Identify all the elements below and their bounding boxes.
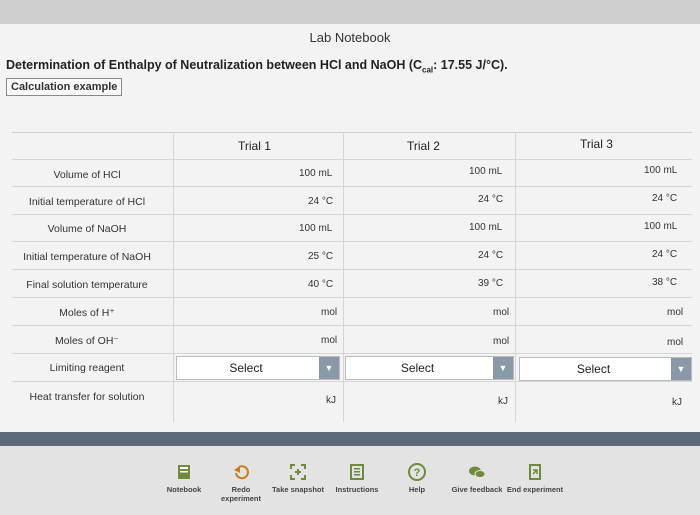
table-row: Limiting reagent Select ▼ Select ▼ Selec… <box>12 353 692 382</box>
trial-2-value: mol <box>493 336 510 347</box>
svg-text:?: ? <box>414 467 421 479</box>
trial-3-value: 100 mL <box>644 165 678 176</box>
toolbar-give-feedback[interactable]: Give feedback <box>447 462 507 494</box>
heading-text: Determination of Enthalpy of Neutralizat… <box>6 58 423 72</box>
toolbar-label: Help <box>408 485 426 494</box>
instructions-icon <box>350 464 364 480</box>
trial-2-value: 100 mL <box>469 166 503 177</box>
row-label: Volume of NaOH <box>47 223 127 235</box>
feedback-icon <box>469 466 486 478</box>
trial-1-value: 40 °C <box>308 279 334 290</box>
header-row <box>12 133 692 160</box>
trial-3-value: kJ <box>672 397 682 408</box>
table-row: Moles of OH⁻ mol mol mol <box>12 325 692 354</box>
toolbar-notebook[interactable]: Notebook <box>154 462 214 494</box>
chevron-down-icon[interactable]: ▼ <box>671 358 691 380</box>
trial-3-value: 24 °C <box>652 193 678 204</box>
trial-2-value: 24 °C <box>478 250 504 261</box>
row-label: Moles of H⁺ <box>59 307 115 319</box>
toolbar-label: Redo experiment <box>220 485 262 503</box>
toolbar-redo-experiment[interactable]: Redo experiment <box>211 462 271 503</box>
limiting-reagent-select-trial-3[interactable]: Select ▼ <box>519 357 692 381</box>
table-row: Volume of NaOH 100 mL 100 mL 100 mL <box>12 214 692 242</box>
trial-3-value: mol <box>667 337 684 348</box>
trial-1-value: 25 °C <box>308 251 334 262</box>
trial-2-value: 24 °C <box>478 194 504 205</box>
toolbar-label: Take snapshot <box>272 485 324 494</box>
table-row: Moles of H⁺ mol mol mol <box>12 297 692 326</box>
trial-1-value: 24 °C <box>308 196 334 207</box>
table-row: Initial temperature of NaOH 25 °C 24 °C … <box>12 241 692 270</box>
row-label: Moles of OH⁻ <box>55 335 119 347</box>
table-row: Initial temperature of HCl 24 °C 24 °C 2… <box>12 186 692 215</box>
calculation-example-button[interactable]: Calculation example <box>6 78 123 96</box>
table-row: Heat transfer for solution kJ kJ kJ <box>12 381 692 413</box>
table-row: Final solution temperature 40 °C 39 °C 3… <box>12 269 692 298</box>
trial-1-value: kJ <box>326 395 336 406</box>
chevron-down-icon[interactable]: ▼ <box>493 357 513 379</box>
window-title: Lab Notebook <box>309 30 391 45</box>
table-row: Volume of HCl 100 mL 100 mL 100 mL <box>12 159 692 187</box>
trial-3-value: 24 °C <box>652 249 678 260</box>
browser-top-bar <box>0 0 700 24</box>
trial-2-value: 39 °C <box>478 278 504 289</box>
notebook-icon <box>178 465 190 479</box>
end-experiment-icon <box>529 464 541 480</box>
redo-icon <box>234 465 249 480</box>
trial-3-value: 38 °C <box>652 277 678 288</box>
snapshot-icon <box>290 464 306 480</box>
select-label: Select <box>400 361 435 375</box>
toolbar-label: Instructions <box>335 485 379 494</box>
trial-2-value: mol <box>493 307 510 318</box>
row-label: Initial temperature of NaOH <box>23 251 151 263</box>
select-label: Select <box>229 361 263 375</box>
select-label: Select <box>576 362 611 376</box>
trial-1-value: 100 mL <box>299 223 333 234</box>
column-divider <box>343 132 344 422</box>
experiment-heading: Determination of Enthalpy of Neutralizat… <box>6 58 508 75</box>
toolbar-label: Give feedback <box>451 485 503 494</box>
toolbar-instructions[interactable]: Instructions <box>327 462 387 494</box>
row-label: Initial temperature of HCl <box>28 196 146 208</box>
trial-3-value: 100 mL <box>644 221 678 232</box>
help-icon: ? <box>408 463 426 481</box>
limiting-reagent-select-trial-1[interactable]: Select ▼ <box>176 356 340 380</box>
data-table: Trial 1 Trial 2 Trial 3 Volume of HCl 10… <box>12 132 692 423</box>
screen: Lab Notebook Determination of Enthalpy o… <box>0 0 700 515</box>
trial-3-value: mol <box>667 307 684 318</box>
chevron-down-icon[interactable]: ▼ <box>319 357 339 379</box>
column-divider <box>515 132 516 422</box>
column-divider <box>173 132 174 422</box>
row-label: Limiting reagent <box>49 362 125 374</box>
row-label: Final solution temperature <box>26 279 148 291</box>
row-label: Volume of HCl <box>53 169 121 181</box>
trial-1-value: mol <box>321 335 338 346</box>
trial-2-value: kJ <box>498 396 508 407</box>
toolbar-help[interactable]: ? Help <box>387 462 447 494</box>
heading-subscript: cal <box>422 65 434 75</box>
trial-1-value: 100 mL <box>299 168 333 179</box>
row-label: Heat transfer for solution <box>29 391 145 403</box>
limiting-reagent-select-trial-2[interactable]: Select ▼ <box>345 356 514 380</box>
separator-bar <box>0 432 700 446</box>
toolbar-label: Notebook <box>166 485 202 494</box>
trial-2-value: 100 mL <box>469 222 503 233</box>
toolbar-label: End experiment <box>506 485 564 494</box>
toolbar-end-experiment[interactable]: End experiment <box>505 462 565 494</box>
trial-1-value: mol <box>321 307 338 318</box>
heading-tail: : 17.55 J/°C). <box>433 58 508 72</box>
toolbar-take-snapshot[interactable]: Take snapshot <box>268 462 328 494</box>
